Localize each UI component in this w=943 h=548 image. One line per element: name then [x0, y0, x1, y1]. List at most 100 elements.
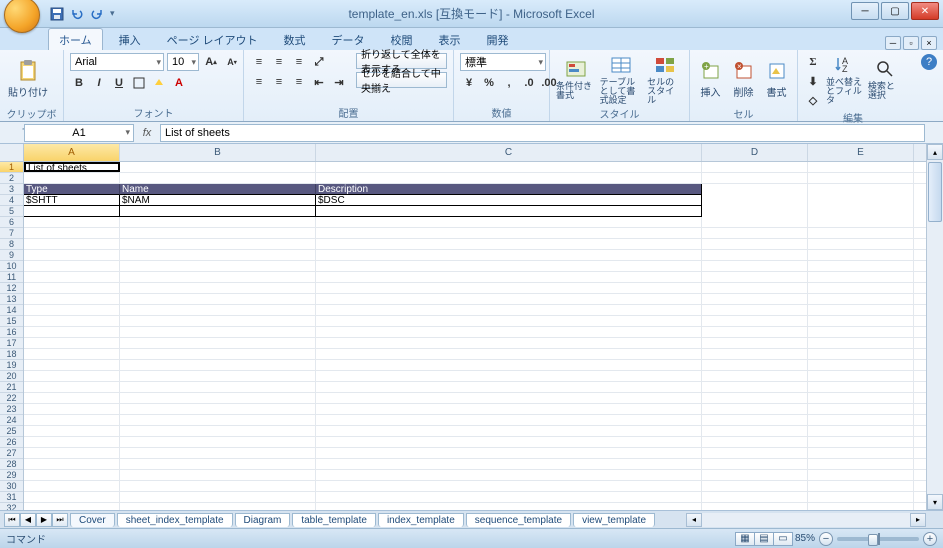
- cell[interactable]: List of sheets: [24, 162, 120, 172]
- cell[interactable]: [808, 360, 914, 370]
- cell[interactable]: [702, 393, 808, 403]
- cell[interactable]: [120, 459, 316, 469]
- tab-home[interactable]: ホーム: [48, 28, 103, 50]
- cell[interactable]: [120, 492, 316, 502]
- number-format-combo[interactable]: 標準: [460, 53, 546, 71]
- align-middle-icon[interactable]: ≡: [270, 53, 288, 71]
- cell[interactable]: [808, 283, 914, 293]
- cell[interactable]: [120, 316, 316, 326]
- cell[interactable]: [316, 283, 702, 293]
- cell[interactable]: [24, 481, 120, 491]
- cell[interactable]: [24, 360, 120, 370]
- cell[interactable]: [120, 338, 316, 348]
- row-header[interactable]: 2: [0, 173, 23, 184]
- cell[interactable]: [702, 294, 808, 304]
- row-header[interactable]: 14: [0, 305, 23, 316]
- col-header-d[interactable]: D: [702, 144, 808, 161]
- cell[interactable]: [120, 217, 316, 227]
- cell[interactable]: [24, 393, 120, 403]
- cell[interactable]: [120, 228, 316, 238]
- cell[interactable]: [316, 470, 702, 480]
- sheet-nav-prev[interactable]: ◀: [20, 513, 36, 527]
- cell[interactable]: [702, 492, 808, 502]
- cell[interactable]: [316, 250, 702, 260]
- cell[interactable]: [808, 503, 914, 510]
- zoom-out-button[interactable]: −: [819, 532, 833, 546]
- cell[interactable]: [702, 404, 808, 414]
- cell[interactable]: [808, 437, 914, 447]
- maximize-button[interactable]: ▢: [881, 2, 909, 20]
- cell[interactable]: [316, 272, 702, 282]
- sheet-tab-sheet-index[interactable]: sheet_index_template: [117, 513, 233, 527]
- cell[interactable]: [808, 393, 914, 403]
- tab-formulas[interactable]: 数式: [274, 29, 316, 50]
- cell[interactable]: [120, 448, 316, 458]
- cell[interactable]: [120, 437, 316, 447]
- cell[interactable]: [120, 426, 316, 436]
- doc-restore[interactable]: ▫: [903, 36, 919, 50]
- scroll-thumb[interactable]: [928, 162, 942, 222]
- cell[interactable]: [24, 426, 120, 436]
- row-header[interactable]: 22: [0, 393, 23, 404]
- comma-icon[interactable]: ,: [500, 74, 518, 92]
- cell[interactable]: [24, 459, 120, 469]
- cell[interactable]: [24, 261, 120, 271]
- cell[interactable]: [808, 492, 914, 502]
- row-header[interactable]: 15: [0, 316, 23, 327]
- cell[interactable]: [120, 250, 316, 260]
- cell[interactable]: [120, 283, 316, 293]
- help-icon[interactable]: ?: [921, 54, 937, 70]
- align-right-icon[interactable]: ≡: [290, 73, 308, 91]
- border-button[interactable]: [130, 74, 148, 92]
- doc-minimize[interactable]: ─: [885, 36, 901, 50]
- cell[interactable]: [316, 448, 702, 458]
- view-pagebreak-icon[interactable]: ▭: [773, 532, 793, 546]
- cell[interactable]: [316, 503, 702, 510]
- cell[interactable]: [702, 437, 808, 447]
- cell[interactable]: [702, 250, 808, 260]
- format-cells-button[interactable]: 書式: [762, 53, 791, 105]
- sheet-nav-next[interactable]: ▶: [36, 513, 52, 527]
- cell[interactable]: [702, 338, 808, 348]
- cell[interactable]: [702, 173, 808, 183]
- cell[interactable]: [316, 239, 702, 249]
- cell[interactable]: [120, 173, 316, 183]
- cell[interactable]: [316, 404, 702, 414]
- align-top-icon[interactable]: ≡: [250, 53, 268, 71]
- select-all-button[interactable]: [0, 144, 23, 162]
- cell[interactable]: [702, 371, 808, 381]
- italic-button[interactable]: I: [90, 74, 108, 92]
- cell[interactable]: [808, 470, 914, 480]
- sheet-tab-sequence-template[interactable]: sequence_template: [466, 513, 571, 527]
- row-header[interactable]: 28: [0, 459, 23, 470]
- row-header[interactable]: 27: [0, 448, 23, 459]
- cell[interactable]: [24, 294, 120, 304]
- cell[interactable]: [702, 382, 808, 392]
- cell[interactable]: Type: [24, 184, 120, 195]
- cell[interactable]: [702, 228, 808, 238]
- cell[interactable]: [702, 503, 808, 510]
- zoom-level[interactable]: 85%: [795, 533, 815, 544]
- cell[interactable]: [316, 217, 702, 227]
- bold-button[interactable]: B: [70, 74, 88, 92]
- row-header[interactable]: 6: [0, 217, 23, 228]
- cell[interactable]: [808, 250, 914, 260]
- align-left-icon[interactable]: ≡: [250, 73, 268, 91]
- cell[interactable]: [24, 217, 120, 227]
- row-header[interactable]: 8: [0, 239, 23, 250]
- sheet-tab-diagram[interactable]: Diagram: [235, 513, 291, 527]
- cell[interactable]: [702, 448, 808, 458]
- cell[interactable]: [120, 162, 316, 172]
- cell[interactable]: [120, 272, 316, 282]
- cell[interactable]: [316, 459, 702, 469]
- cell[interactable]: [702, 283, 808, 293]
- cell[interactable]: [120, 294, 316, 304]
- row-header[interactable]: 7: [0, 228, 23, 239]
- cell[interactable]: [316, 371, 702, 381]
- cell[interactable]: [24, 173, 120, 183]
- cell[interactable]: [24, 349, 120, 359]
- font-size-combo[interactable]: 10: [167, 53, 199, 71]
- cell[interactable]: [120, 206, 316, 217]
- align-bottom-icon[interactable]: ≡: [290, 53, 308, 71]
- row-header[interactable]: 4: [0, 195, 23, 206]
